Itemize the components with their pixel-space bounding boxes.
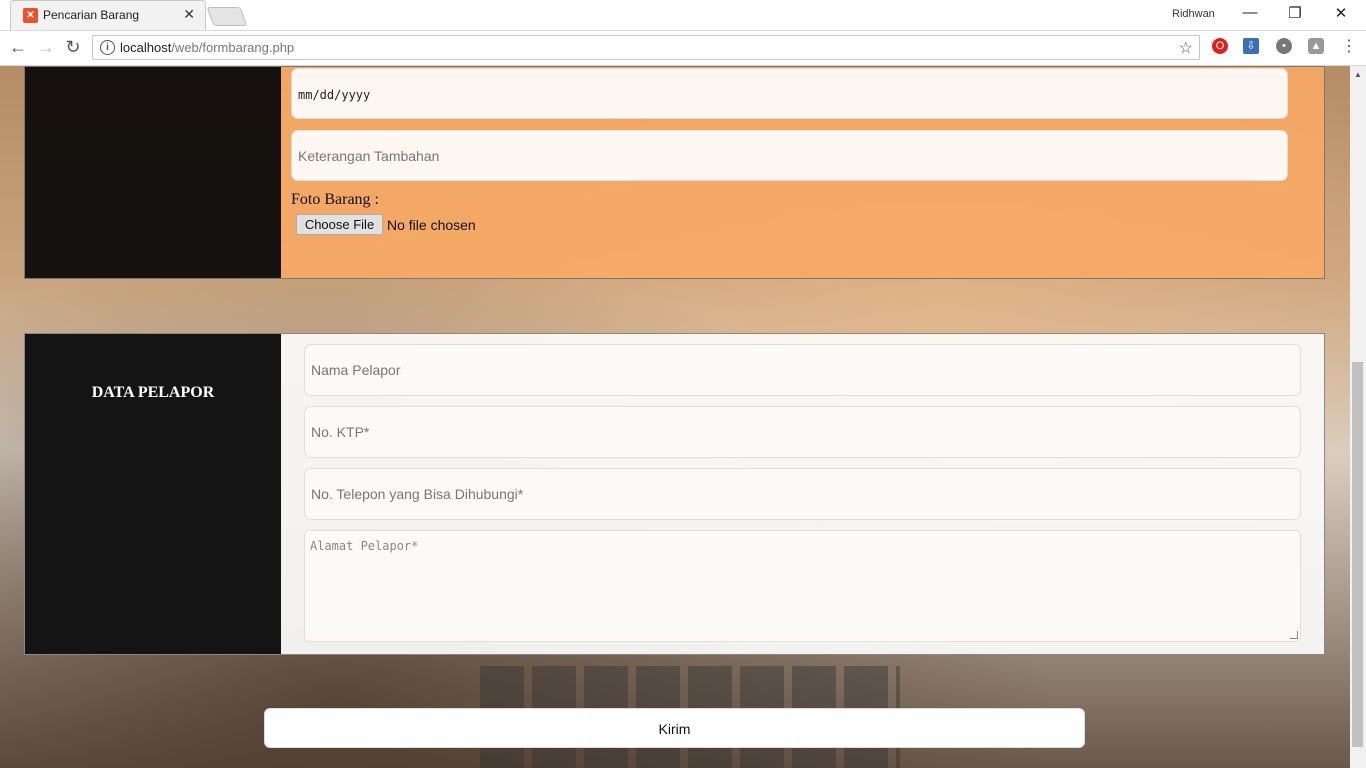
kirim-button[interactable]: Kirim <box>264 708 1085 748</box>
opera-extension-icon[interactable]: O <box>1212 38 1228 54</box>
pelapor-section: DATA PELAPOR Nama Pelapor No. KTP* No. T… <box>24 333 1325 655</box>
profile-name[interactable]: Ridhwan <box>1172 8 1215 20</box>
drive-extension-icon[interactable]: ▲ <box>1308 38 1324 54</box>
barang-section-sidebar <box>25 67 281 278</box>
foto-label: Foto Barang : <box>291 191 379 208</box>
ktp-input[interactable]: No. KTP* <box>304 406 1301 458</box>
info-icon[interactable]: i <box>100 40 115 55</box>
bulb-extension-icon[interactable]: • <box>1276 38 1292 54</box>
browser-tab-strip: ✕ Pencarian Barang ✕ Ridhwan — ❐ ✕ <box>0 0 1366 31</box>
xampp-favicon-icon: ✕ <box>23 8 38 23</box>
pelapor-section-sidebar: DATA PELAPOR <box>25 334 281 654</box>
barang-section-fields: mm/dd/yyyy Keterangan Tambahan Foto Bara… <box>281 67 1324 278</box>
file-status-text: No file chosen <box>387 217 476 233</box>
tab-title: Pencarian Barang <box>43 8 140 22</box>
browser-tab[interactable]: ✕ Pencarian Barang ✕ <box>10 0 206 30</box>
scrollbar-thumb[interactable] <box>1352 362 1363 747</box>
browser-toolbar: ← → ↻ i localhost/web/formbarang.php ☆ O… <box>0 31 1366 66</box>
alamat-placeholder: Alamat Pelapor* <box>310 539 419 553</box>
back-icon[interactable]: ← <box>7 37 29 58</box>
forward-icon[interactable]: → <box>35 37 57 58</box>
close-tab-icon[interactable]: ✕ <box>183 6 195 23</box>
barang-section: mm/dd/yyyy Keterangan Tambahan Foto Bara… <box>24 66 1325 279</box>
choose-file-button[interactable]: Choose File <box>296 214 383 235</box>
menu-icon[interactable]: ⋮ <box>1341 36 1357 56</box>
pelapor-section-title: DATA PELAPOR <box>91 384 215 401</box>
scroll-up-icon[interactable]: ▲ <box>1354 70 1362 79</box>
new-tab-button[interactable] <box>206 7 248 26</box>
restore-icon[interactable]: ❐ <box>1280 4 1310 22</box>
pelapor-section-fields: Nama Pelapor No. KTP* No. Telepon yang B… <box>281 334 1324 654</box>
keterangan-input[interactable]: Keterangan Tambahan <box>291 130 1288 181</box>
url-text[interactable]: localhost/web/formbarang.php <box>120 40 294 55</box>
minimize-icon[interactable]: — <box>1235 4 1265 21</box>
close-window-icon[interactable]: ✕ <box>1326 4 1356 22</box>
page-viewport: mm/dd/yyyy Keterangan Tambahan Foto Bara… <box>0 66 1350 768</box>
resize-handle-icon[interactable] <box>1290 631 1298 639</box>
address-bar[interactable]: i localhost/web/formbarang.php ☆ <box>92 35 1200 60</box>
page-scrollbar[interactable]: ▲ <box>1350 66 1366 768</box>
nama-pelapor-input[interactable]: Nama Pelapor <box>304 344 1301 396</box>
download-extension-icon[interactable]: ⇩ <box>1243 38 1259 54</box>
alamat-textarea[interactable]: Alamat Pelapor* <box>304 530 1301 642</box>
telepon-input[interactable]: No. Telepon yang Bisa Dihubungi* <box>304 468 1301 520</box>
reload-icon[interactable]: ↻ <box>62 37 84 58</box>
bookmark-star-icon[interactable]: ☆ <box>1179 38 1193 58</box>
date-input[interactable]: mm/dd/yyyy <box>291 68 1288 119</box>
